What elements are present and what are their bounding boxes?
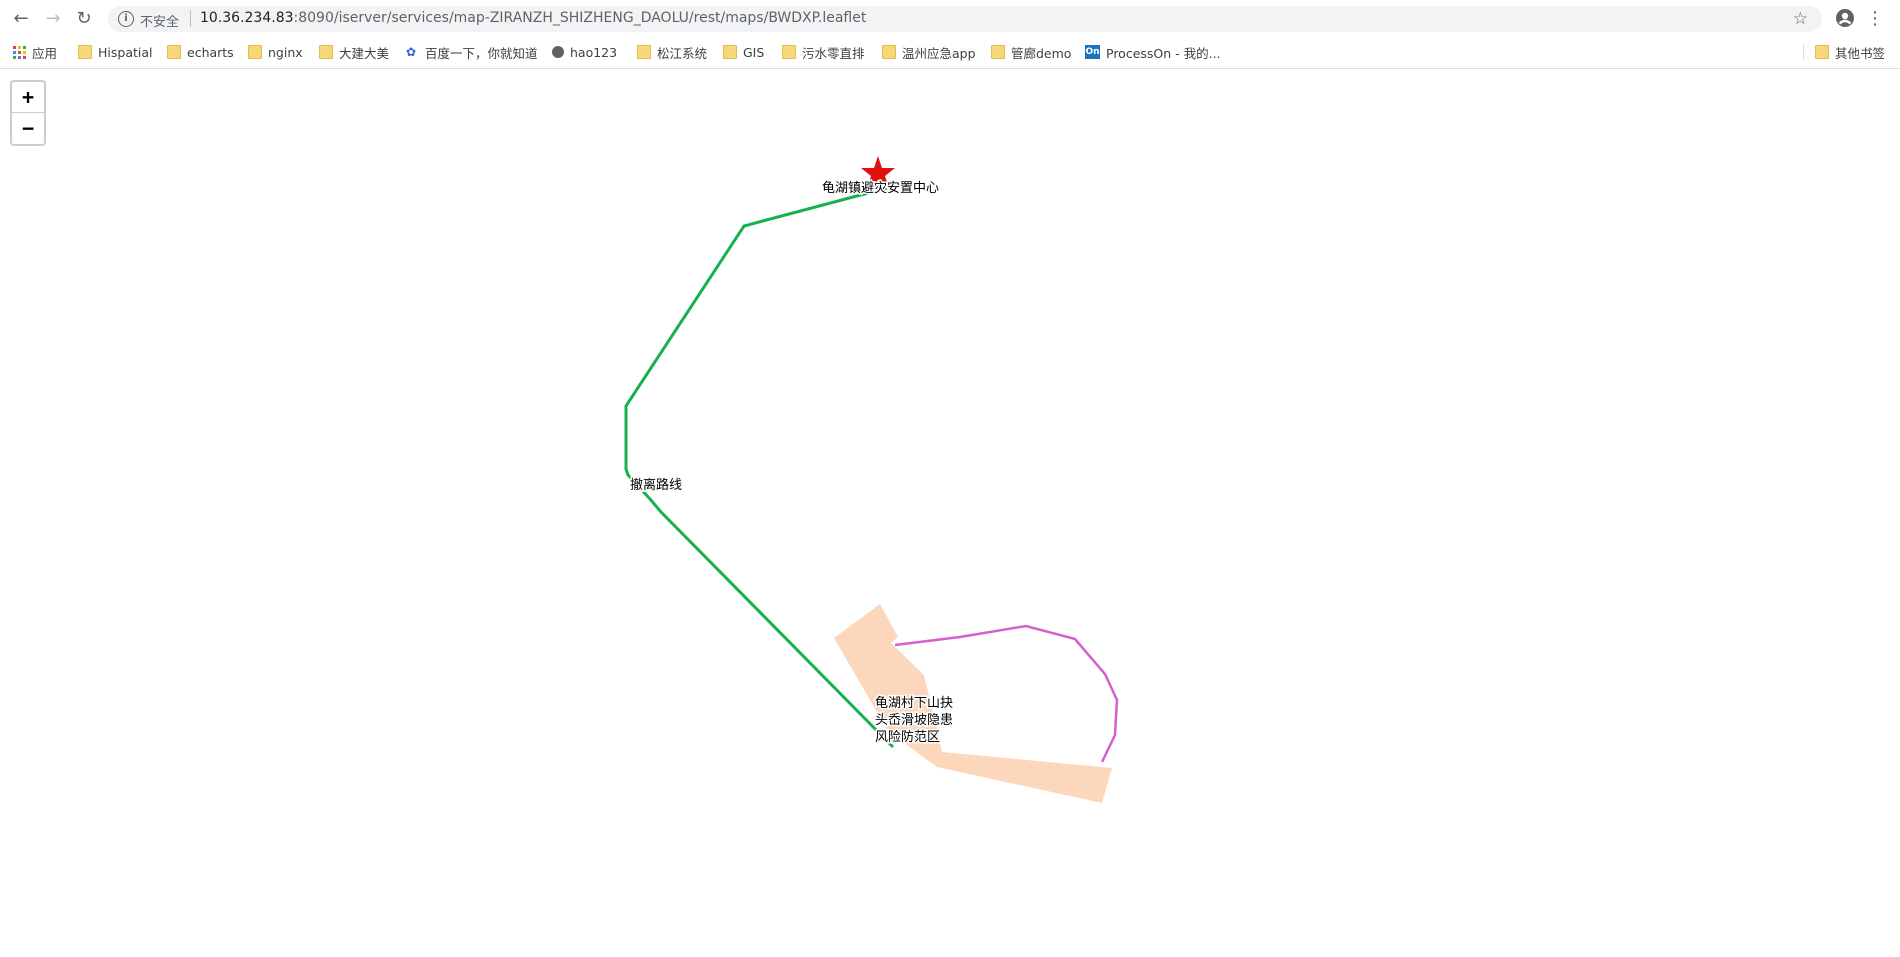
browser-toolbar: ← → ↻ i 不安全 10.36.234.83:8090/iserver/se… [0,0,1900,36]
bookmark-label: 百度一下，你就知道 [425,45,538,61]
bookmark-wushui[interactable]: 污水零直排 [782,44,865,61]
bookmark-label: hao123 [570,44,618,60]
zone-label-line-2: 头岙滑坡隐患 [875,713,953,728]
bookmark-hispatial[interactable]: Hispatial [78,44,153,60]
forward-button[interactable]: → [42,7,64,29]
zoom-in-button[interactable]: + [12,82,44,113]
url-text[interactable]: 10.36.234.83:8090/iserver/services/map-Z… [200,10,866,26]
bookmarks-bar: 应用 Hispatial echarts nginx 大建大美 ✿ 百度一下，你… [0,36,1900,69]
folder-icon [637,45,651,59]
profile-button[interactable] [1834,7,1856,29]
arrow-left-icon: ← [13,7,29,29]
bookmark-label: echarts [187,44,234,60]
bookmark-baidu[interactable]: ✿ 百度一下，你就知道 [406,44,538,61]
bookmark-guanlang[interactable]: 管廊demo [991,44,1072,61]
zoom-out-button[interactable]: − [12,113,44,143]
bookmark-label: 污水零直排 [802,45,865,61]
bookmark-gis[interactable]: GIS [723,44,764,60]
folder-icon [882,45,896,59]
folder-icon [78,45,92,59]
reload-icon: ↻ [76,7,92,29]
address-divider [190,10,191,27]
reload-button[interactable]: ↻ [73,7,95,29]
bookmark-label: 管廊demo [1011,45,1072,61]
account-circle-icon [1836,9,1854,27]
bookmark-label: ProcessOn - 我的... [1106,45,1221,61]
bookmark-label: 其他书签 [1835,45,1886,61]
arrow-right-icon: → [45,7,61,29]
address-bar[interactable]: i 不安全 10.36.234.83:8090/iserver/services… [108,6,1822,32]
bookmark-label: 温州应急app [902,45,976,61]
folder-icon [248,45,262,59]
menu-button[interactable]: ⋮ [1864,7,1886,29]
bookmark-label: GIS [743,44,765,60]
folder-icon [167,45,181,59]
folder-icon [723,45,737,59]
route-label: 撤离路线 [630,477,682,493]
info-icon[interactable]: i [118,11,134,27]
bookmark-apps[interactable]: 应用 [13,44,58,61]
bookmark-label: 松江系统 [657,45,708,61]
apps-grid-icon [13,45,26,59]
folder-icon [782,45,796,59]
zone-label-line-1: 龟湖村下山抉 [875,696,953,711]
map-overlay: 龟湖镇避灾安置中心 撤离路线 龟湖村下山抉 头岙滑坡隐患 风险防范区 [624,156,1119,803]
kebab-menu-icon: ⋮ [1866,7,1884,29]
bookmark-songjiang[interactable]: 松江系统 [637,44,708,61]
zone-label-line-3: 风险防范区 [875,729,940,745]
url-path: :8090/iserver/services/map-ZIRANZH_SHIZH… [293,10,867,26]
bookmark-processon[interactable]: On ProcessOn - 我的... [1085,44,1221,61]
folder-icon [991,45,1005,59]
map-canvas[interactable]: 龟湖镇避灾安置中心 撤离路线 龟湖村下山抉 头岙滑坡隐患 风险防范区 [0,69,1900,953]
bookmark-dajian[interactable]: 大建大美 [319,44,390,61]
bookmark-echarts[interactable]: echarts [167,44,234,60]
bookmark-label: 应用 [32,45,58,61]
globe-icon [552,46,564,58]
bookmark-label: Hispatial [98,44,153,60]
bookmark-nginx[interactable]: nginx [248,44,303,60]
folder-icon [319,45,333,59]
star-outline-icon[interactable]: ☆ [1793,9,1808,29]
bookmarks-divider [1803,44,1804,60]
url-host: 10.36.234.83 [200,10,294,26]
folder-icon [1815,45,1829,59]
baidu-paw-icon: ✿ [406,44,417,59]
zoom-control: + − [10,80,46,146]
bookmark-wenzhou[interactable]: 温州应急app [882,44,976,61]
bookmark-label: 大建大美 [339,45,390,61]
processon-icon: On [1085,45,1100,59]
bookmark-other[interactable]: 其他书签 [1815,44,1886,61]
security-label: 不安全 [140,15,180,30]
bookmark-hao123[interactable]: hao123 [552,44,617,60]
bookmark-label: nginx [268,44,303,60]
shelter-label: 龟湖镇避灾安置中心 [822,180,939,196]
back-button[interactable]: ← [10,7,32,29]
